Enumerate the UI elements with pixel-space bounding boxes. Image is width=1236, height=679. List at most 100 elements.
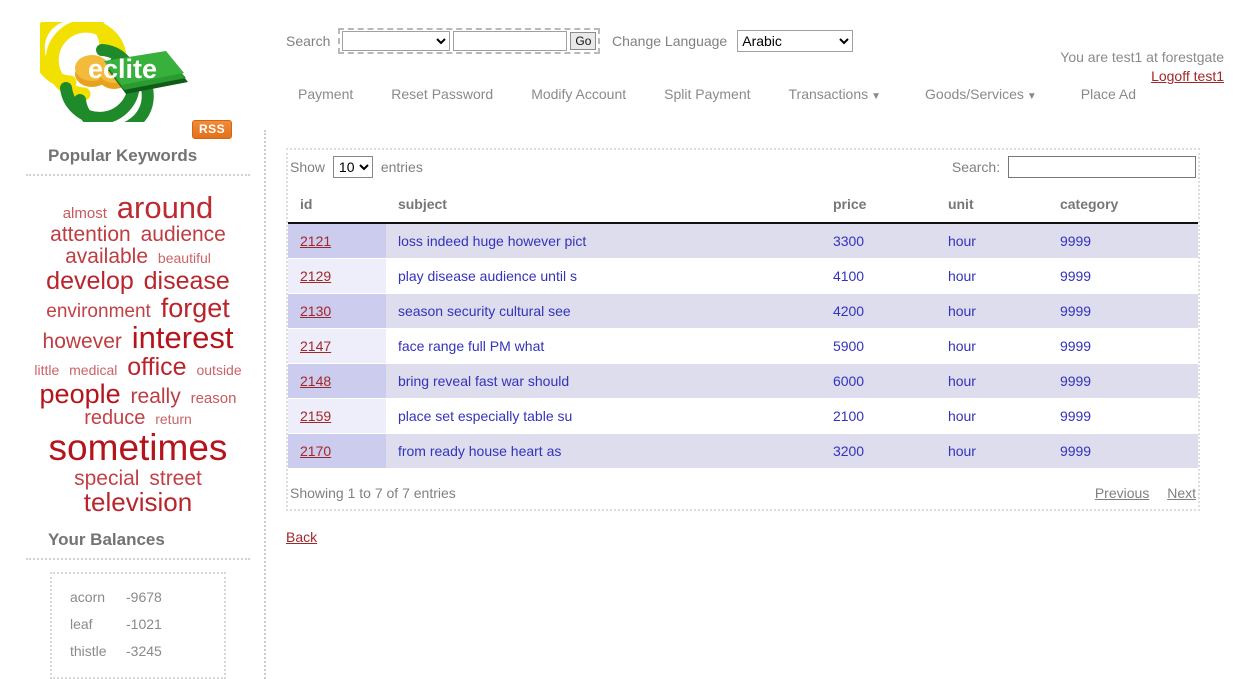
listing-id-link[interactable]: 2130 [300, 303, 331, 319]
chevron-down-icon: ▼ [1026, 91, 1037, 102]
keyword-tag[interactable]: television [84, 487, 192, 517]
cell-price: 6000 [820, 363, 936, 399]
nav-label: Modify Account [531, 86, 627, 102]
nav-item-transactions[interactable]: Transactions ▼ [777, 86, 914, 102]
balance-name: thistle [70, 643, 107, 660]
cell-subject: from ready house heart as [385, 433, 821, 469]
table-pagination: Previous Next [1081, 485, 1196, 501]
keyword-tag[interactable]: almost [63, 205, 107, 222]
cell-unit: hour [935, 328, 1048, 364]
keyword-tag[interactable]: reason [191, 390, 237, 407]
cell-category: 9999 [1047, 223, 1198, 259]
keyword-tag[interactable]: medical [69, 362, 117, 378]
keyword-tag[interactable]: sometimes [49, 427, 228, 468]
nav-item-payment[interactable]: Payment [286, 86, 379, 102]
keyword-tag[interactable]: environment [46, 301, 151, 322]
nav-item-place-ad[interactable]: Place Ad [1069, 86, 1162, 102]
user-info: You are test1 at forestgate Logoff test1 [1060, 48, 1224, 86]
language-select[interactable]: Arabic [737, 30, 854, 52]
logo-text: eclite [88, 54, 157, 84]
keyword-tag[interactable]: special [74, 467, 139, 490]
cell-price: 2100 [820, 398, 936, 434]
cell-category: 9999 [1047, 258, 1198, 294]
listing-id-link[interactable]: 2121 [300, 233, 331, 249]
user-status-text: You are test1 at forestgate [1060, 49, 1224, 65]
keyword-tag[interactable]: forget [161, 293, 230, 323]
listing-id-link[interactable]: 2147 [300, 338, 331, 354]
keyword-tag[interactable]: little [34, 362, 59, 378]
column-header-unit[interactable]: unit [935, 190, 1048, 224]
cell-subject: place set especially table su [385, 398, 821, 434]
keyword-tag[interactable]: interest [132, 320, 234, 355]
back-link[interactable]: Back [286, 529, 317, 545]
keyword-tag[interactable]: however [43, 330, 122, 353]
keyword-tag[interactable]: street [149, 467, 202, 490]
listing-id-link[interactable]: 2170 [300, 443, 331, 459]
column-header-category[interactable]: category [1047, 190, 1198, 224]
search-category-select[interactable] [342, 31, 451, 51]
nav-item-split-payment[interactable]: Split Payment [652, 86, 776, 102]
cell-unit: hour [935, 223, 1048, 259]
page-length-select[interactable]: 10 [332, 156, 373, 178]
datatable-controls: Show 10 entries Search: [288, 156, 1198, 190]
keyword-tag[interactable]: develop [46, 267, 134, 295]
popular-keywords-title: Popular Keywords [26, 136, 250, 176]
datatable-wrapper: Show 10 entries Search: id subject price… [286, 148, 1200, 511]
keyword-tag[interactable]: attention [50, 223, 131, 246]
column-header-price[interactable]: price [820, 190, 936, 224]
cell-category: 9999 [1047, 398, 1198, 434]
cell-id: 2129 [288, 258, 386, 294]
language-switcher: Change Language Arabic [612, 30, 854, 52]
nav-item-goods-services[interactable]: Goods/Services ▼ [913, 86, 1069, 102]
keyword-tag[interactable]: people [40, 379, 121, 409]
nav-label: Reset Password [391, 86, 494, 102]
column-header-id[interactable]: id [288, 190, 386, 224]
keyword-tag[interactable]: audience [141, 223, 226, 246]
listings-table: id subject price unit category 2121 loss … [288, 190, 1198, 469]
column-header-subject[interactable]: subject [385, 190, 821, 224]
cell-unit: hour [935, 433, 1048, 469]
keyword-tag[interactable]: beautiful [158, 250, 211, 266]
cell-unit: hour [935, 363, 1048, 399]
search-input[interactable] [453, 31, 568, 51]
balance-value: -9678 [126, 589, 162, 606]
cell-id: 2147 [288, 328, 386, 364]
cell-category: 9999 [1047, 328, 1198, 364]
cell-category: 9999 [1047, 433, 1198, 469]
table-row: 2170 from ready house heart as 3200 hour 999… [288, 433, 1198, 469]
table-row: 2147 face range full PM what 5900 hour 9999 [288, 328, 1198, 364]
chevron-down-icon: ▼ [871, 91, 882, 102]
balance-value: -3245 [126, 643, 162, 660]
rss-badge[interactable]: RSS [192, 120, 233, 139]
table-body: 2121 loss indeed huge however pict 3300 hou… [288, 223, 1198, 469]
keyword-tag[interactable]: return [155, 411, 192, 427]
listing-id-link[interactable]: 2129 [300, 268, 331, 284]
table-info: Showing 1 to 7 of 7 entries [290, 485, 456, 501]
nav-item-reset-password[interactable]: Reset Password [379, 86, 519, 102]
pagination-previous[interactable]: Previous [1095, 485, 1149, 501]
cell-price: 4200 [820, 293, 936, 329]
keyword-tag[interactable]: really [131, 385, 181, 408]
logoff-link[interactable]: Logoff test1 [1060, 67, 1224, 86]
cell-id: 2170 [288, 433, 386, 469]
listing-id-link[interactable]: 2148 [300, 373, 331, 389]
page-header: eclite RSS Search Go Change Language Ara… [0, 0, 1236, 139]
nav-item-modify-account[interactable]: Modify Account [519, 86, 652, 102]
keyword-tag[interactable]: reduce [84, 407, 145, 429]
datatable-footer: Showing 1 to 7 of 7 entries Previous Nex… [288, 469, 1198, 501]
cell-unit: hour [935, 293, 1048, 329]
sidebar: Popular Keywords almost around attention… [0, 130, 266, 679]
site-logo[interactable]: eclite RSS [40, 22, 270, 139]
cell-subject: loss indeed huge however pict [385, 223, 821, 259]
keyword-tag[interactable]: office [127, 353, 186, 381]
search-go-button[interactable]: Go [570, 32, 597, 50]
pagination-next[interactable]: Next [1167, 485, 1196, 501]
balance-row: leaf -1021 [56, 611, 220, 638]
keyword-tag[interactable]: available [65, 245, 148, 268]
keyword-tag[interactable]: around [117, 190, 214, 225]
listing-id-link[interactable]: 2159 [300, 408, 331, 424]
nav-label: Payment [298, 86, 354, 102]
table-search-input[interactable] [1008, 156, 1196, 178]
keyword-tag[interactable]: disease [144, 267, 230, 295]
keyword-tag[interactable]: outside [196, 362, 241, 378]
